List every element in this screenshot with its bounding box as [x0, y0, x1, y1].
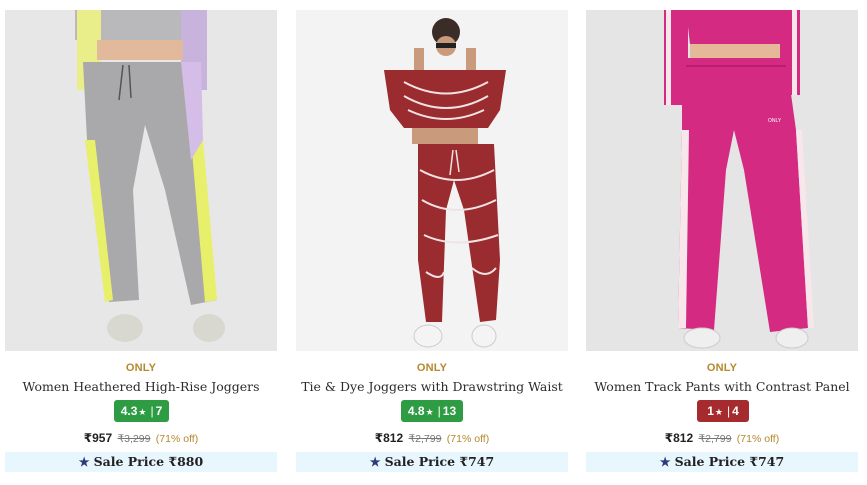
rating-count: 4 — [732, 404, 739, 418]
sale-price-label: Sale Price — [93, 454, 165, 469]
discount-percent: (71% off) — [155, 433, 199, 445]
original-price: ₹2,799 — [698, 433, 732, 445]
brand-name[interactable]: ONLY — [5, 362, 277, 374]
discount-percent: (71% off) — [446, 433, 490, 445]
sale-price-label: Sale Price — [674, 454, 746, 469]
rating-value: 4.8 — [407, 404, 425, 418]
current-price: ₹957 — [83, 431, 113, 445]
star-icon: ★ — [714, 407, 723, 417]
svg-text:ONLY: ONLY — [768, 118, 782, 124]
product-card[interactable]: ONLY ONLY Women Track Pants with Contras… — [586, 10, 858, 472]
rating-badge: 4.3★ | 7 — [114, 400, 169, 422]
product-name[interactable]: Women Heathered High-Rise Joggers — [5, 379, 277, 394]
price-row: ₹812 ₹2,799 (71% off) — [296, 431, 568, 445]
current-price: ₹812 — [664, 431, 694, 445]
discount-percent: (71% off) — [736, 433, 780, 445]
product-grid: ONLY Women Heathered High-Rise Joggers 4… — [5, 10, 862, 480]
star-icon: ★ — [659, 455, 671, 469]
rating-count: 7 — [155, 404, 163, 418]
rating-value: 4.3 — [120, 404, 138, 418]
product-image[interactable]: ONLY — [586, 10, 858, 351]
star-icon: ★ — [138, 407, 147, 417]
brand-name[interactable]: ONLY — [296, 362, 568, 374]
rating-separator: | — [726, 404, 731, 418]
sale-price-banner: ★ Sale Price ₹747 — [296, 452, 568, 472]
star-icon: ★ — [78, 455, 90, 469]
star-icon: ★ — [425, 407, 434, 417]
rating-badge: 4.8★ | 13 — [401, 400, 463, 422]
sale-price-banner: ★ Sale Price ₹880 — [5, 452, 277, 472]
current-price: ₹812 — [374, 431, 404, 445]
rating-separator: | — [150, 404, 154, 418]
original-price: ₹2,799 — [408, 433, 442, 445]
price-row: ₹812 ₹2,799 (71% off) — [586, 431, 858, 445]
star-icon: ★ — [369, 455, 381, 469]
product-name[interactable]: Women Track Pants with Contrast Panel — [586, 379, 858, 394]
sale-price-label: Sale Price — [384, 454, 456, 469]
brand-name[interactable]: ONLY — [586, 362, 858, 374]
sale-price-value: ₹747 — [749, 454, 785, 469]
product-name[interactable]: Tie & Dye Joggers with Drawstring Waist — [296, 379, 568, 394]
sale-price-value: ₹880 — [168, 454, 204, 469]
product-image[interactable] — [5, 10, 277, 351]
sale-price-banner: ★ Sale Price ₹747 — [586, 452, 858, 472]
sale-price-value: ₹747 — [459, 454, 495, 469]
rating-count: 13 — [442, 404, 457, 418]
rating-separator: | — [437, 404, 441, 418]
original-price: ₹3,299 — [117, 433, 151, 445]
product-image[interactable] — [296, 10, 568, 351]
price-row: ₹957 ₹3,299 (71% off) — [5, 431, 277, 445]
product-card[interactable]: ONLY Women Heathered High-Rise Joggers 4… — [5, 10, 277, 472]
rating-badge: 1★ | 4 — [697, 400, 749, 422]
product-card[interactable]: ONLY Tie & Dye Joggers with Drawstring W… — [296, 10, 568, 472]
rating-value: 1 — [707, 404, 714, 418]
